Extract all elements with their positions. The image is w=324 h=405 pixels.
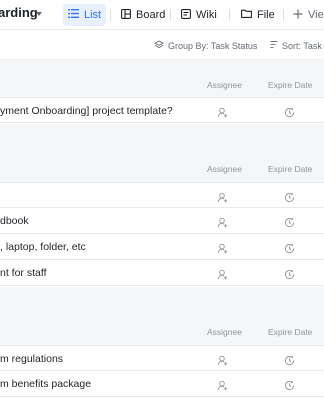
due-date-icon[interactable] — [284, 190, 295, 208]
group-by-label: Group By: Task Status — [168, 41, 258, 51]
column-header-assignee: Assignee — [207, 164, 242, 174]
assign-user-icon[interactable] — [217, 215, 228, 233]
assign-user-icon[interactable] — [217, 353, 228, 371]
group-by-button[interactable]: Group By: Task Status — [154, 40, 257, 52]
task-row[interactable]: nt for staff — [0, 260, 324, 286]
task-title[interactable]: , laptop, folder, etc — [0, 241, 86, 253]
task-title[interactable]: m benefits package — [0, 378, 91, 390]
column-header-assignee: Assignee — [207, 80, 242, 90]
board-icon — [121, 8, 131, 22]
task-row[interactable] — [0, 182, 324, 208]
task-row[interactable]: yment Onboarding] project template? — [0, 97, 324, 123]
task-row[interactable]: , laptop, folder, etc — [0, 234, 324, 260]
column-header-expire-date: Expire Date — [268, 327, 313, 337]
tab-file-label: File — [257, 9, 275, 21]
tab-wiki[interactable]: Wiki — [176, 4, 222, 26]
layers-icon — [154, 40, 164, 52]
list-toolbar: Group By: Task Status Sort: Task — [0, 36, 324, 56]
add-view-button[interactable]: Vie — [288, 4, 324, 26]
task-row[interactable]: m regulations — [0, 345, 324, 371]
tab-list[interactable]: List — [63, 4, 107, 26]
column-header-expire-date: Expire Date — [268, 80, 313, 90]
due-date-icon[interactable] — [284, 267, 295, 285]
due-date-icon[interactable] — [284, 353, 295, 371]
assign-user-icon[interactable] — [217, 241, 228, 259]
task-title[interactable]: m regulations — [0, 353, 63, 365]
due-date-icon[interactable] — [284, 241, 295, 259]
add-view-label: Vie — [308, 9, 324, 21]
task-title[interactable]: dbook — [0, 215, 29, 227]
plus-icon — [293, 9, 303, 22]
assign-user-icon[interactable] — [217, 105, 228, 123]
due-date-icon[interactable] — [284, 215, 295, 233]
due-date-icon[interactable] — [284, 105, 295, 123]
task-title[interactable]: nt for staff — [0, 267, 47, 279]
sort-button[interactable]: Sort: Task — [270, 40, 322, 51]
list-icon — [68, 9, 79, 21]
tab-wiki-label: Wiki — [196, 9, 217, 21]
assign-user-icon[interactable] — [217, 378, 228, 396]
tab-divider — [110, 9, 111, 21]
assign-user-icon[interactable] — [217, 190, 228, 208]
task-row[interactable]: m benefits package — [0, 371, 324, 397]
assign-user-icon[interactable] — [217, 267, 228, 285]
wiki-icon — [181, 8, 191, 22]
tab-board-label: Board — [136, 9, 166, 21]
tab-board[interactable]: Board — [116, 4, 170, 26]
task-title[interactable]: yment Onboarding] project template? — [0, 105, 173, 117]
column-header-expire-date: Expire Date — [268, 164, 313, 174]
tab-divider — [283, 9, 284, 21]
sort-label: Sort: Task — [282, 40, 322, 51]
folder-icon — [241, 9, 252, 21]
project-title[interactable]: arding — [0, 5, 38, 20]
tab-divider — [170, 9, 171, 21]
tab-divider — [229, 9, 230, 21]
view-header: arding List Board Wiki File Vie — [0, 0, 324, 30]
tab-file[interactable]: File — [236, 4, 280, 26]
chevron-down-icon[interactable] — [36, 12, 42, 16]
column-header-assignee: Assignee — [207, 327, 242, 337]
group-header[interactable] — [0, 60, 324, 97]
tab-list-label: List — [84, 9, 102, 21]
due-date-icon[interactable] — [284, 378, 295, 396]
task-row[interactable]: dbook — [0, 208, 324, 234]
sort-icon — [270, 40, 278, 51]
